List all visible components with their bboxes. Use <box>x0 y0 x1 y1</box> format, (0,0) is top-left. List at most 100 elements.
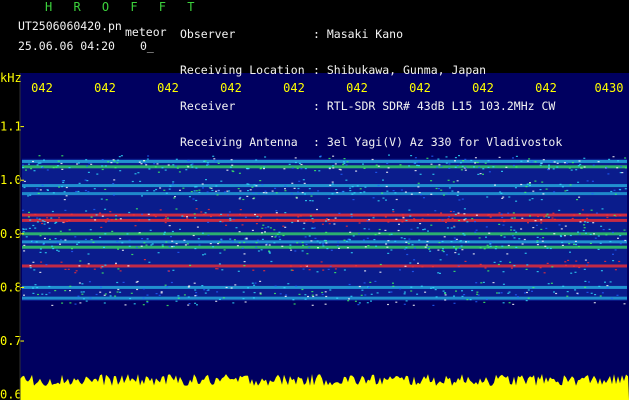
speckle <box>263 168 265 170</box>
y-tick-label: 1.1 <box>0 120 22 134</box>
speckle <box>535 224 538 226</box>
speckle <box>545 188 548 190</box>
speckle <box>49 238 51 240</box>
speckle <box>324 303 327 305</box>
speckle <box>358 233 360 235</box>
speckle <box>187 159 189 162</box>
speckle <box>448 187 451 189</box>
speckle <box>342 161 345 163</box>
speckle <box>137 219 140 221</box>
speckle <box>508 196 511 198</box>
speckle <box>352 235 355 237</box>
speckle <box>146 238 149 240</box>
speckle <box>485 236 487 238</box>
speckle <box>386 162 389 164</box>
speckle <box>460 245 463 247</box>
speckle <box>302 179 305 181</box>
speckle <box>488 171 491 173</box>
speckle <box>100 226 103 228</box>
speckle <box>300 168 303 170</box>
speckle <box>338 212 341 214</box>
speckle <box>311 304 314 306</box>
band-line-6 <box>22 232 627 236</box>
speckle <box>374 234 377 236</box>
speckle <box>196 304 198 306</box>
speckle <box>489 245 492 247</box>
speckle <box>405 219 408 222</box>
speckle <box>487 166 490 168</box>
band-line-2 <box>22 184 627 188</box>
speckle <box>71 248 73 250</box>
speckle <box>305 243 308 246</box>
speckle <box>183 215 186 218</box>
speckle <box>89 297 92 299</box>
speckle <box>424 246 427 248</box>
speckle <box>564 190 567 192</box>
speckle <box>350 216 353 218</box>
speckle <box>580 167 583 169</box>
speckle <box>238 198 241 200</box>
speckle <box>336 297 339 299</box>
speckle <box>52 167 55 169</box>
speckle <box>334 217 337 219</box>
speckle <box>361 289 364 291</box>
speckle <box>118 156 121 158</box>
speckle <box>527 222 529 224</box>
speckle <box>534 180 537 182</box>
speckle <box>86 266 89 268</box>
speckle <box>343 269 346 271</box>
speckle <box>230 287 233 289</box>
speckle <box>427 230 429 232</box>
speckle <box>291 182 294 184</box>
speckle <box>301 192 304 194</box>
speckle <box>513 217 516 219</box>
speckle <box>166 304 169 307</box>
speckle <box>198 191 201 193</box>
speckle <box>201 183 204 185</box>
speckle <box>146 301 149 304</box>
speckle <box>502 302 505 304</box>
speckle <box>331 193 334 195</box>
speckle <box>311 294 314 296</box>
speckle <box>403 248 406 250</box>
speckle <box>42 243 45 245</box>
speckle <box>608 228 611 230</box>
speckle <box>262 192 265 194</box>
speckle <box>46 222 49 224</box>
speckle <box>244 216 247 218</box>
speckle <box>558 224 561 226</box>
speckle <box>104 264 107 266</box>
speckle <box>540 228 543 230</box>
speckle <box>165 216 168 218</box>
speckle <box>501 197 504 199</box>
speckle <box>81 293 84 295</box>
speckle <box>29 219 32 221</box>
speckle <box>584 286 587 288</box>
speckle <box>239 190 242 192</box>
speckle <box>546 262 549 264</box>
speckle <box>570 169 573 171</box>
speckle <box>421 218 424 220</box>
speckle <box>490 242 493 244</box>
speckle <box>604 260 607 262</box>
speckle <box>527 297 530 299</box>
speckle <box>531 198 534 200</box>
speckle <box>161 244 164 246</box>
speckle <box>311 218 314 220</box>
speckle <box>561 241 564 244</box>
speckle <box>291 221 294 224</box>
speckle <box>487 270 490 272</box>
speckle <box>498 212 501 214</box>
speckle <box>155 293 158 295</box>
speckle <box>142 297 145 299</box>
speckle <box>50 217 53 219</box>
speckle <box>475 214 478 216</box>
speckle <box>242 198 245 201</box>
speckle <box>558 209 561 211</box>
speckle <box>47 189 49 191</box>
speckle <box>619 214 622 217</box>
speckle <box>479 173 482 175</box>
speckle <box>225 224 228 226</box>
speckle <box>45 293 48 296</box>
speckle <box>34 227 37 229</box>
